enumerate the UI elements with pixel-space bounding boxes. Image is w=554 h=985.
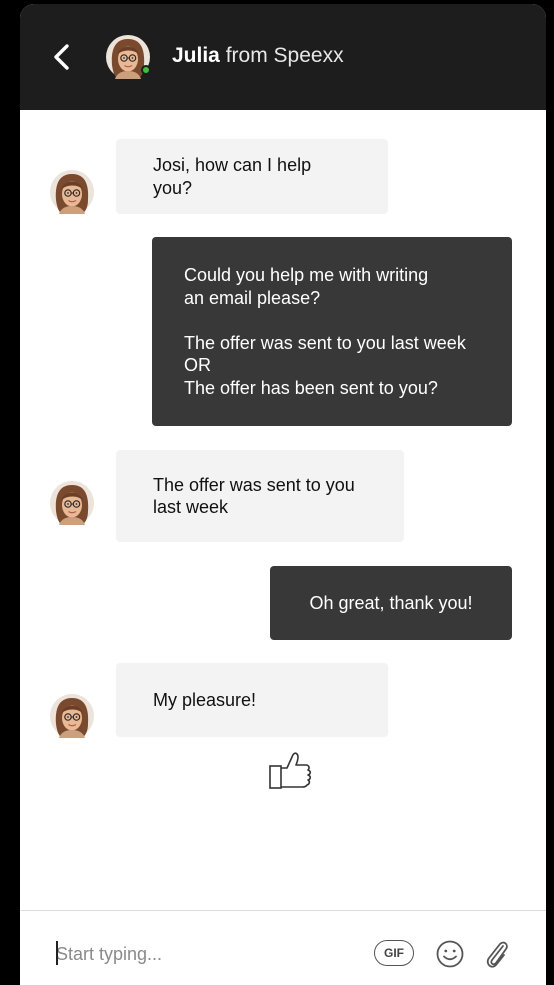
online-status-indicator <box>141 65 151 75</box>
message-composer: GIF <box>20 910 546 985</box>
agent-name: Julia <box>172 44 220 67</box>
message-text: Oh great, thank you! <box>309 592 473 613</box>
gif-button[interactable]: GIF <box>374 940 414 966</box>
gif-label: GIF <box>384 946 404 960</box>
agent-company: from Speexx <box>225 44 344 67</box>
back-arrow-icon[interactable] <box>50 42 74 72</box>
agent-avatar <box>50 694 94 738</box>
agent-avatar <box>50 170 94 214</box>
chat-window: Julia from Speexx Josi, how can I help y… <box>20 4 546 985</box>
incoming-message-bubble: My pleasure! <box>116 663 388 737</box>
paperclip-icon[interactable] <box>482 937 512 971</box>
emoji-icon[interactable] <box>435 939 465 969</box>
chat-title: Julia from Speexx <box>172 42 344 70</box>
chat-header: Julia from Speexx <box>20 4 546 110</box>
message-text: My pleasure! <box>153 689 257 710</box>
message-text: The offer was sent to you last week <box>153 474 355 518</box>
message-text: Josi, how can I help you? <box>153 155 312 198</box>
message-input[interactable] <box>56 939 336 969</box>
outgoing-message-bubble: Could you help me with writing an email … <box>152 237 512 426</box>
message-text: Could you help me with writing an email … <box>184 265 466 398</box>
incoming-message-bubble: The offer was sent to you last week <box>116 450 404 542</box>
outgoing-message-bubble: Oh great, thank you! <box>270 566 512 640</box>
text-cursor <box>56 941 58 965</box>
thumbs-up-icon <box>269 752 312 789</box>
agent-avatar <box>50 481 94 525</box>
incoming-message-bubble: Josi, how can I help you? <box>116 139 388 214</box>
